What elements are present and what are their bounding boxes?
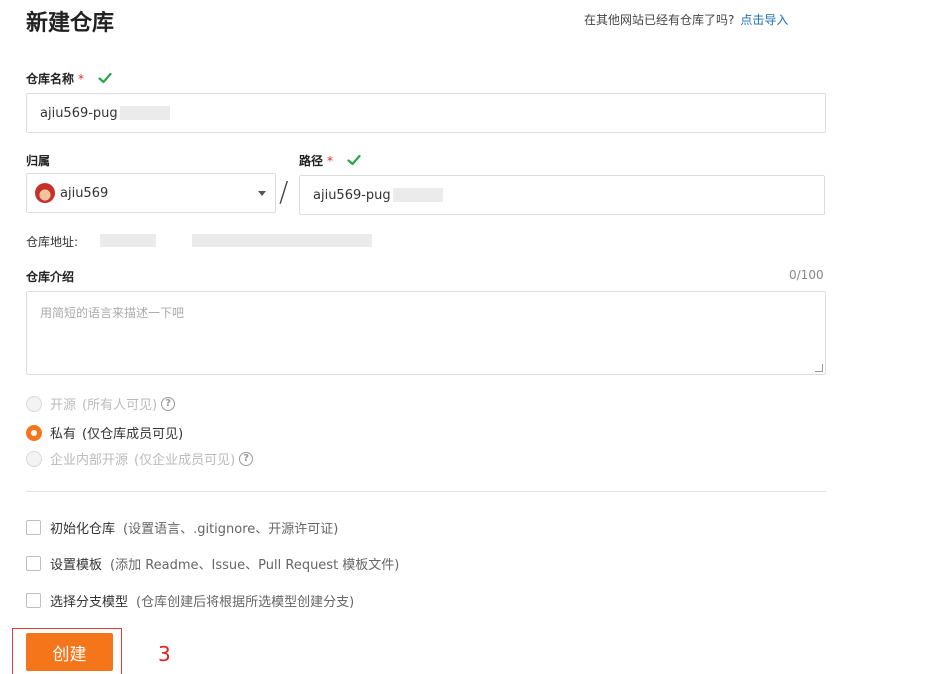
path-value: ajiu569-pug: [313, 187, 391, 203]
option-note: (仓库创建后将根据所选模型创建分支): [136, 595, 355, 610]
resize-handle-icon[interactable]: [815, 364, 823, 372]
required-mark: *: [327, 154, 334, 168]
redacted-area: [119, 106, 170, 120]
redacted-area: [192, 234, 372, 247]
check-icon: [98, 72, 112, 84]
radio-note: (仅企业成员可见): [134, 453, 236, 468]
option-label: 初始化仓库: [50, 522, 116, 537]
radio-note: (所有人可见): [82, 398, 158, 413]
owner-name: ajiu569: [60, 185, 109, 201]
annotation-step-number: 3: [158, 642, 171, 666]
checkbox[interactable]: [26, 593, 41, 608]
import-hint-text: 在其他网站已经有仓库了吗?: [584, 13, 735, 27]
page-title: 新建仓库: [26, 11, 115, 36]
question-circle-icon[interactable]: ?: [239, 451, 254, 466]
option-label: 选择分支模型: [50, 595, 129, 610]
radio-public[interactable]: 开源 (所有人可见) ?: [26, 394, 176, 413]
required-mark: *: [78, 72, 85, 86]
caret-down-icon: [258, 191, 266, 196]
option-templates[interactable]: 设置模板 (添加 Readme、Issue、Pull Request 模板文件): [26, 554, 399, 573]
option-branch-model[interactable]: 选择分支模型 (仓库创建后将根据所选模型创建分支): [26, 591, 354, 610]
description-textarea[interactable]: 用简短的语言来描述一下吧: [26, 291, 826, 375]
char-counter: 0/100: [789, 268, 824, 282]
radio-label: 企业内部开源: [50, 453, 129, 468]
check-icon: [347, 154, 361, 166]
option-note: (添加 Readme、Issue、Pull Request 模板文件): [110, 558, 400, 573]
import-link[interactable]: 点击导入: [740, 13, 788, 27]
path-label: 路径 *: [299, 152, 361, 169]
option-label: 设置模板: [50, 558, 103, 573]
radio-button[interactable]: [26, 450, 42, 467]
redacted-area: [100, 234, 156, 247]
repo-name-input[interactable]: ajiu569-pug: [26, 93, 826, 133]
owner-label: 归属: [26, 154, 51, 168]
divider: [26, 491, 826, 492]
repo-address: 仓库地址:: [26, 233, 78, 250]
radio-note: (仅仓库成员可见): [82, 427, 184, 442]
import-hint: 在其他网站已经有仓库了吗? 点击导入: [584, 11, 788, 28]
repo-address-label: 仓库地址:: [26, 235, 79, 249]
checkbox[interactable]: [26, 520, 41, 535]
create-button[interactable]: 创建: [26, 633, 113, 671]
path-input[interactable]: ajiu569-pug: [299, 175, 825, 215]
radio-label: 私有: [50, 427, 77, 442]
redacted-area: [392, 188, 443, 202]
path-separator: /: [279, 175, 289, 208]
avatar: [35, 183, 55, 203]
checkbox[interactable]: [26, 556, 41, 571]
repo-name-label: 仓库名称 *: [26, 70, 112, 87]
radio-private[interactable]: 私有 (仅仓库成员可见): [26, 423, 183, 442]
description-placeholder: 用简短的语言来描述一下吧: [40, 306, 185, 320]
option-note: (设置语言、.gitignore、开源许可证): [123, 522, 339, 537]
owner-select[interactable]: ajiu569: [26, 173, 276, 213]
description-label: 仓库介绍: [26, 270, 75, 284]
radio-button[interactable]: [26, 424, 42, 441]
repo-name-label-text: 仓库名称: [26, 72, 75, 86]
repo-name-value: ajiu569-pug: [40, 105, 118, 121]
radio-label: 开源: [50, 398, 77, 413]
path-label-text: 路径: [299, 154, 324, 168]
radio-button[interactable]: [26, 395, 42, 412]
question-circle-icon[interactable]: ?: [161, 396, 176, 411]
radio-enterprise[interactable]: 企业内部开源 (仅企业成员可见) ?: [26, 449, 254, 468]
option-init-repo[interactable]: 初始化仓库 (设置语言、.gitignore、开源许可证): [26, 518, 338, 537]
